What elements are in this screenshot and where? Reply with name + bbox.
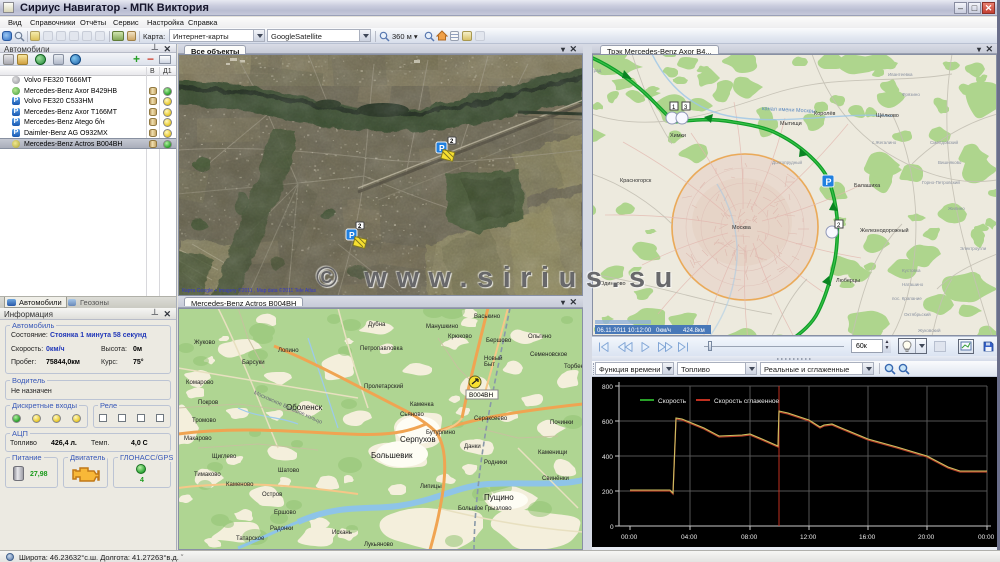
- svg-text:16:00: 16:00: [859, 534, 876, 541]
- svg-text:800: 800: [602, 384, 613, 391]
- svg-text:Смелдовский: Смелдовский: [930, 139, 959, 145]
- svg-text:Сераксеево: Сераксеево: [474, 416, 508, 422]
- svg-text:Макарово: Макарово: [184, 436, 212, 442]
- svg-text:Жуково: Жуково: [194, 340, 216, 346]
- svg-text:0: 0: [610, 524, 614, 531]
- svg-text:Химки: Химки: [670, 133, 686, 139]
- svg-text:Починки: Починки: [550, 420, 573, 426]
- svg-text:Кустовка: Кустовка: [902, 268, 921, 273]
- svg-text:Сьяново: Сьяново: [400, 412, 424, 418]
- svg-text:Данки: Данки: [464, 444, 481, 450]
- svg-text:04:00: 04:00: [681, 534, 698, 541]
- svg-text:Жуковский: Жуковский: [918, 327, 941, 333]
- svg-text:Люберцы: Люберцы: [836, 278, 860, 284]
- svg-text:Манушкино: Манушкино: [426, 324, 459, 330]
- svg-text:P: P: [826, 177, 832, 187]
- svg-text:Горно-Петровский: Горно-Петровский: [922, 179, 960, 185]
- svg-text:20:00: 20:00: [918, 534, 935, 541]
- svg-text:Барсуки: Барсуки: [242, 360, 265, 366]
- svg-text:Пролетарский: Пролетарский: [364, 383, 403, 390]
- svg-text:В004ВН: В004ВН: [469, 392, 494, 399]
- svg-text:Покров: Покров: [198, 400, 218, 406]
- svg-text:Родники: Родники: [484, 460, 507, 466]
- svg-text:Щёлково: Щёлково: [876, 113, 899, 119]
- svg-text:Свинёнки: Свинёнки: [542, 476, 569, 482]
- svg-text:06.11.2011 10:12:00: 06.11.2011 10:12:00: [597, 328, 652, 334]
- svg-text:Ивантеевка: Ивантеевка: [888, 72, 913, 77]
- svg-text:0км/ч: 0км/ч: [656, 328, 671, 334]
- svg-text:00:00: 00:00: [621, 534, 638, 541]
- svg-text:Карта Google + Imagery ©2011 ,: Карта Google + Imagery ©2011 , Map data …: [182, 287, 317, 294]
- svg-text:Скорость сглаженное: Скорость сглаженное: [714, 398, 780, 405]
- svg-text:Ершово: Ершово: [274, 510, 297, 516]
- svg-text:Каменищи: Каменищи: [538, 450, 567, 456]
- svg-text:200: 200: [602, 489, 613, 496]
- svg-text:Ольгино: Ольгино: [528, 334, 552, 340]
- svg-text:Серпухов: Серпухов: [400, 435, 436, 444]
- svg-text:Торбеево: Торбеево: [564, 364, 583, 370]
- svg-text:Липицы: Липицы: [420, 484, 442, 490]
- svg-text:Жилино: Жилино: [948, 206, 965, 211]
- svg-text:Наташино: Наташино: [902, 282, 924, 287]
- svg-text:600: 600: [602, 419, 613, 426]
- svg-text:Королёв: Королёв: [814, 111, 836, 117]
- svg-text:424.8км: 424.8км: [683, 328, 705, 334]
- svg-text:Долгопрудный: Долгопрудный: [772, 159, 803, 165]
- svg-text:Шатово: Шатово: [278, 468, 300, 474]
- svg-text:Большевик: Большевик: [371, 451, 413, 460]
- svg-text:Скорость: Скорость: [658, 398, 687, 405]
- svg-text:Каменово: Каменово: [226, 482, 254, 488]
- svg-text:Лопино: Лопино: [278, 348, 299, 354]
- svg-text:Щиглево: Щиглево: [212, 454, 237, 460]
- svg-text:Бершово: Бершово: [486, 338, 512, 344]
- svg-text:Вишняково: Вишняково: [938, 160, 962, 165]
- svg-text:с.Жегалино: с.Жегалино: [872, 140, 897, 145]
- svg-text:400: 400: [602, 454, 613, 461]
- svg-text:Васькино: Васькино: [474, 314, 501, 320]
- svg-text:Балашиха: Балашиха: [854, 183, 881, 189]
- svg-text:Лукьяново: Лукьяново: [364, 542, 394, 548]
- svg-text:Татарское: Татарское: [236, 536, 265, 542]
- svg-text:Электроугли: Электроугли: [960, 246, 987, 251]
- svg-text:P: P: [349, 230, 355, 240]
- svg-text:Петропавловка: Петропавловка: [360, 346, 403, 352]
- svg-text:Радонки: Радонки: [270, 526, 293, 532]
- svg-text:Пущино: Пущино: [484, 493, 514, 502]
- svg-text:Остров: Остров: [262, 492, 282, 498]
- svg-text:08:00: 08:00: [741, 534, 758, 541]
- svg-text:Мытищи: Мытищи: [780, 121, 802, 127]
- svg-text:Москва: Москва: [732, 225, 752, 231]
- svg-text:Крюково: Крюково: [448, 334, 472, 340]
- svg-text:Октябрьский: Октябрьский: [904, 311, 931, 317]
- svg-text:Тимаково: Тимаково: [194, 472, 221, 478]
- svg-text:Быт: Быт: [484, 362, 495, 368]
- svg-text:Большое Грызлово: Большое Грызлово: [458, 506, 512, 512]
- svg-text:Новый: Новый: [484, 355, 503, 362]
- svg-text:Дубна: Дубна: [368, 322, 386, 328]
- svg-text:Каменка: Каменка: [410, 402, 434, 408]
- svg-text:Фрязино: Фрязино: [902, 92, 920, 97]
- svg-text:Искань: Искань: [332, 530, 352, 536]
- svg-text:град: град: [592, 68, 602, 73]
- svg-text:Комарово: Комарово: [186, 380, 214, 386]
- svg-text:Тромово: Тромово: [192, 418, 217, 424]
- svg-text:Красногорск: Красногорск: [620, 178, 652, 184]
- svg-text:00:00: 00:00: [978, 534, 995, 541]
- svg-text:Железнодорожный: Железнодорожный: [860, 227, 909, 234]
- svg-text:12:00: 12:00: [800, 534, 817, 541]
- svg-text:пос. Крапание: пос. Крапание: [892, 296, 922, 301]
- svg-text:Семеновское: Семеновское: [530, 352, 568, 358]
